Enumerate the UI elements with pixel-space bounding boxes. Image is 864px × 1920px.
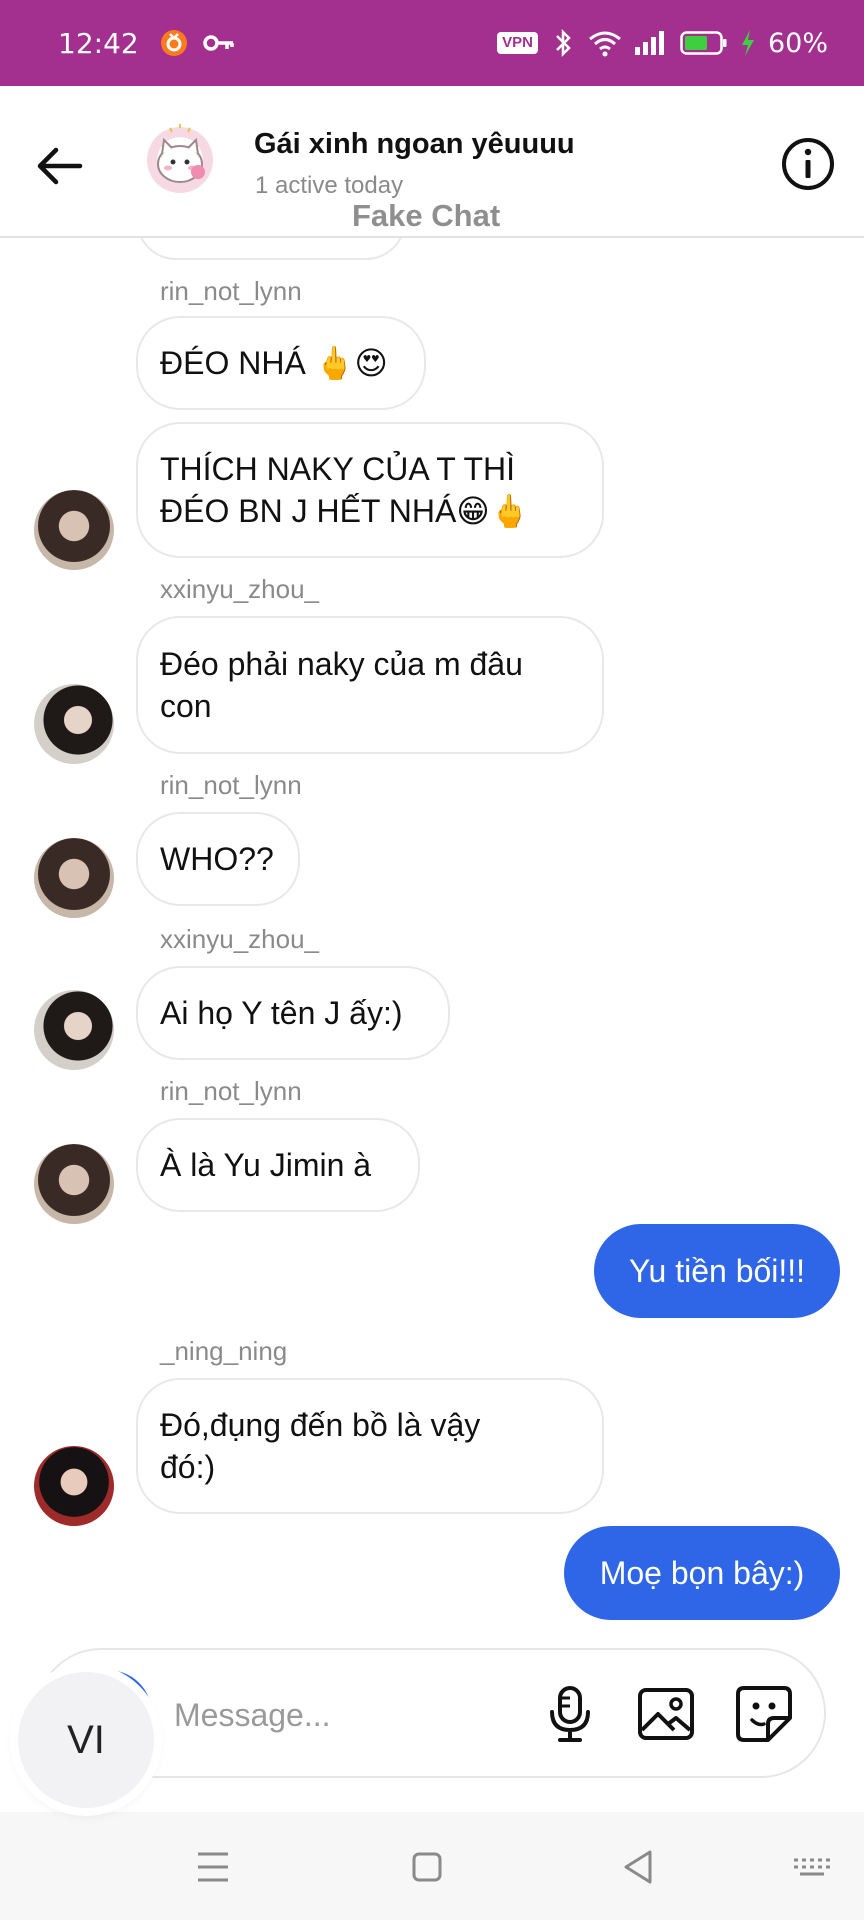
recent-apps-icon[interactable] — [188, 1842, 238, 1892]
message-text: Đéo phải naky của m đâu con — [160, 646, 523, 724]
sender-name: xxinyu_zhou_ — [160, 574, 319, 604]
back-nav-icon[interactable] — [614, 1842, 664, 1892]
message-bubble[interactable]: À là Yu Jimin à — [136, 1118, 420, 1212]
system-nav-bar — [0, 1812, 864, 1920]
message-text: ĐÉO NHÁ 🖕😍 — [160, 345, 388, 381]
sender-name: rin_not_lynn — [160, 1076, 302, 1106]
sender-name: rin_not_lynn — [160, 770, 302, 800]
sender-name: xxinyu_zhou_ — [160, 924, 319, 954]
chat-thread[interactable]: rin_not_lynn ĐÉO NHÁ 🖕😍 THÍCH NAKY CỦA T… — [0, 0, 864, 1920]
chat-title[interactable]: Gái xinh ngoan yêuuuu — [254, 128, 575, 161]
sender-name: rin_not_lynn — [160, 276, 302, 306]
message-text: Ai họ Y tên J ấy:) — [160, 995, 403, 1031]
message-text: THÍCH NAKY CỦA T THÌ ĐÉO BN J HẾT NHÁ😁🖕 — [160, 451, 530, 529]
message-bubble[interactable]: Đó,đụng đến bồ là vậy đó:) — [136, 1378, 604, 1514]
home-icon[interactable] — [402, 1842, 452, 1892]
outgoing-message-bubble[interactable]: Moẹ bọn bây:) — [564, 1526, 840, 1620]
message-text: WHO?? — [160, 841, 274, 877]
avatar[interactable] — [34, 684, 114, 764]
message-text: À là Yu Jimin à — [160, 1147, 372, 1183]
outgoing-message-bubble[interactable]: Yu tiền bối!!! — [594, 1224, 840, 1318]
message-text: Yu tiền bối!!! — [628, 1252, 806, 1289]
message-bubble[interactable]: Ai họ Y tên J ấy:) — [136, 966, 450, 1060]
microphone-icon[interactable] — [538, 1682, 602, 1746]
avatar[interactable] — [34, 990, 114, 1070]
chat-header: Gái xinh ngoan yêuuuu 1 active today Fak… — [0, 86, 864, 238]
message-bubble[interactable]: WHO?? — [136, 812, 300, 906]
message-bubble[interactable]: Đéo phải naky của m đâu con — [136, 616, 604, 754]
keyboard-icon[interactable] — [786, 1842, 836, 1892]
message-input[interactable] — [174, 1680, 474, 1750]
avatar[interactable] — [34, 490, 114, 570]
watermark-text: Fake Chat — [352, 198, 501, 233]
screen: 12:42 VPN 60% rin_not_lynn ĐÉO NHÁ 🖕😍 TH… — [0, 0, 864, 1920]
gallery-icon[interactable] — [634, 1682, 698, 1746]
sticker-icon[interactable] — [732, 1682, 796, 1746]
message-composer — [36, 1648, 826, 1778]
back-arrow-icon[interactable] — [32, 138, 88, 194]
active-status: 1 active today — [255, 172, 404, 199]
message-bubble[interactable]: THÍCH NAKY CỦA T THÌ ĐÉO BN J HẾT NHÁ😁🖕 — [136, 422, 604, 558]
avatar[interactable] — [34, 1144, 114, 1224]
avatar[interactable] — [34, 1446, 114, 1526]
avatar[interactable] — [34, 838, 114, 918]
info-icon[interactable] — [780, 136, 836, 192]
message-bubble[interactable]: ĐÉO NHÁ 🖕😍 — [136, 316, 426, 410]
message-text: Moẹ bọn bây:) — [599, 1554, 805, 1591]
group-avatar[interactable] — [140, 116, 220, 196]
keyboard-language-badge[interactable]: VI — [18, 1672, 154, 1808]
sender-name: _ning_ning — [160, 1336, 288, 1366]
message-text: Đó,đụng đến bồ là vậy đó:) — [160, 1407, 481, 1485]
cat-sticker-icon — [157, 124, 205, 183]
